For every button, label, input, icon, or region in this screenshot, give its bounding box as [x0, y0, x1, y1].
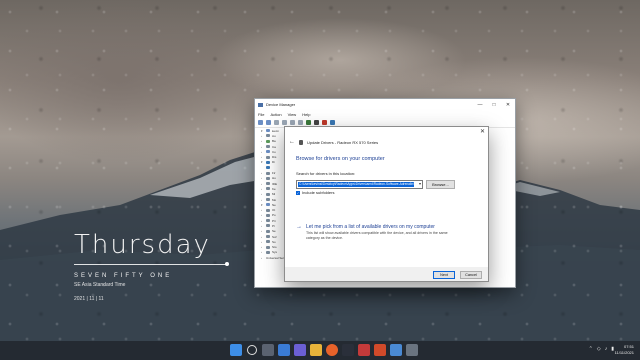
dialog-close-button[interactable]: ✕ [480, 128, 485, 135]
desktop-clock-widget: Thursday SEVEN FIFTY ONE SE Asia Standar… [74, 230, 229, 302]
clock-timezone: SE Asia Standard Time [74, 282, 126, 288]
minimize-button[interactable]: — [473, 102, 487, 108]
update-drivers-dialog[interactable]: ✕ ← Update Drivers - Radeon RX 570 Serie… [284, 126, 489, 282]
pick-from-list-link[interactable]: → Let me pick from a list of available d… [296, 224, 456, 240]
photo-editor-icon[interactable] [342, 344, 354, 356]
taskbar: ⌃ ◇ ♪ ▮ 07:51 11/11/2021 [0, 341, 640, 360]
device-manager-title: Device Manager [266, 102, 296, 107]
menu-view[interactable]: View [288, 112, 297, 117]
menu-action[interactable]: Action [270, 112, 281, 117]
dialog-header-text: Update Drivers - Radeon RX 570 Series [307, 139, 379, 145]
driver-path-value[interactable]: C:\Users\kevinsl\Desktop\Radeon\Apps\Dri… [298, 182, 414, 187]
cancel-button[interactable]: Cancel [460, 271, 482, 279]
view-icon[interactable] [274, 120, 279, 125]
clock-time-words: SEVEN FIFTY ONE [74, 273, 173, 279]
menu-bar: File Action View Help [255, 110, 515, 118]
pick-from-list-description: This list will show available drivers co… [306, 231, 448, 240]
clock-date: 2021 | 11 | 11 [74, 296, 104, 302]
uninstall-icon[interactable] [322, 120, 327, 125]
back-arrow-icon[interactable]: ← [289, 139, 295, 145]
dialog-heading: Browse for drivers on your computer [296, 156, 385, 162]
device-manager-titlebar[interactable]: Device Manager — □ ✕ [255, 99, 515, 110]
mail-icon[interactable] [358, 344, 370, 356]
clock-divider [74, 262, 229, 266]
browse-button[interactable]: Browse... [426, 180, 455, 189]
chevron-down-icon[interactable]: ▾ [419, 181, 421, 186]
volume-icon[interactable]: ♪ [605, 346, 608, 352]
task-view-icon[interactable] [262, 344, 274, 356]
wifi-icon[interactable]: ◇ [597, 346, 601, 352]
clock-day: Thursday [74, 230, 211, 260]
disable-icon[interactable] [314, 120, 319, 125]
scan-icon[interactable] [298, 120, 303, 125]
chat-icon[interactable] [294, 344, 306, 356]
pick-from-list-title[interactable]: Let me pick from a list of available dri… [306, 224, 456, 230]
firefox-icon[interactable] [326, 344, 338, 356]
widgets-icon[interactable] [278, 344, 290, 356]
settings-icon[interactable] [406, 344, 418, 356]
file-explorer-icon[interactable] [310, 344, 322, 356]
chevron-up-icon[interactable]: ⌃ [589, 346, 593, 352]
search-icon[interactable] [247, 345, 257, 355]
include-subfolders-label: Include subfolders [302, 190, 335, 195]
checkbox-checked-icon[interactable]: ✓ [296, 190, 300, 195]
forward-icon[interactable] [266, 120, 271, 125]
search-location-label: Search for drivers in this location: [296, 171, 356, 176]
close-button[interactable]: ✕ [501, 102, 515, 108]
back-icon[interactable] [258, 120, 263, 125]
store-icon[interactable] [390, 344, 402, 356]
driver-path-input[interactable]: C:\Users\kevinsl\Desktop\Radeon\Apps\Dri… [296, 180, 423, 189]
taskbar-apps [230, 344, 418, 356]
dialog-header: ← Update Drivers - Radeon RX 570 Series [289, 139, 378, 145]
windows-start-icon[interactable] [230, 344, 242, 356]
menu-help[interactable]: Help [302, 112, 310, 117]
taskbar-clock[interactable]: 07:51 11/11/2021 [615, 344, 634, 356]
help-icon[interactable] [290, 120, 295, 125]
arrow-right-icon: → [296, 224, 302, 230]
update-driver-icon[interactable] [306, 120, 311, 125]
system-tray: ⌃ ◇ ♪ ▮ [589, 346, 614, 352]
next-button[interactable]: Next [433, 271, 455, 279]
dialog-footer: Next Cancel [285, 267, 488, 281]
office-icon[interactable] [374, 344, 386, 356]
maximize-button[interactable]: □ [487, 102, 501, 108]
device-manager-icon [258, 102, 263, 107]
properties-icon[interactable] [282, 120, 287, 125]
include-subfolders-checkbox[interactable]: ✓ Include subfolders [296, 190, 334, 195]
download-icon[interactable] [330, 120, 335, 125]
taskbar-date: 11/11/2021 [614, 350, 634, 355]
tree-item[interactable]: › Universal Serial Bus [261, 255, 293, 260]
device-tree[interactable]: ▾ kevin › Au › Ba › Ca › Co › Dis ▾ Di › Fir › Hu… [261, 128, 293, 260]
menu-file[interactable]: File [258, 112, 264, 117]
device-icon [299, 139, 303, 145]
